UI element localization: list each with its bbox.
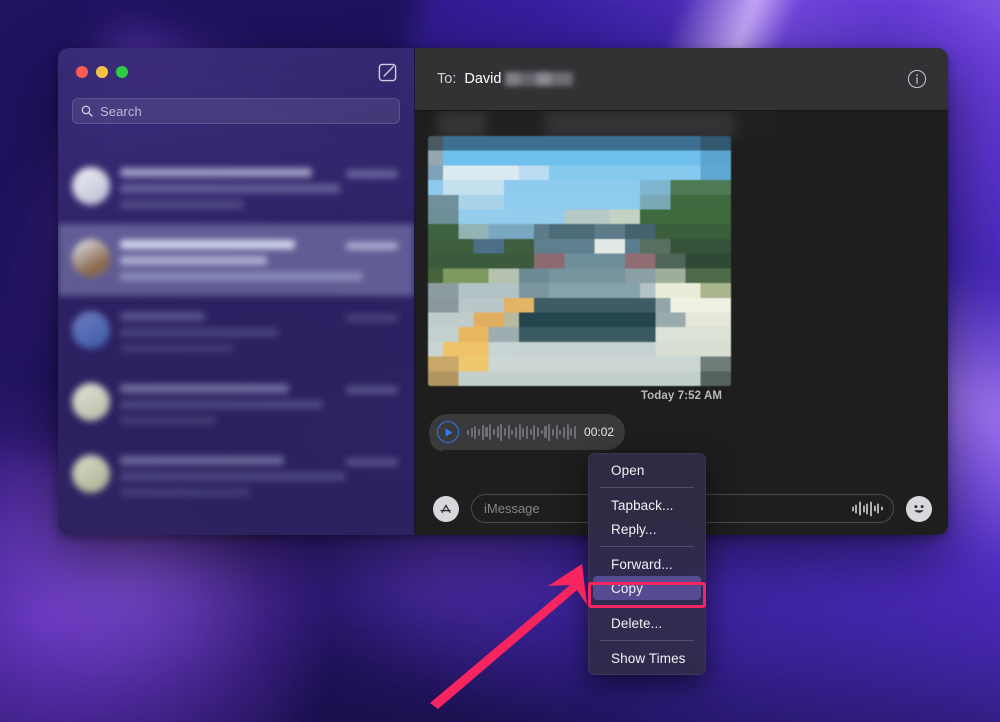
list-item[interactable]: [58, 296, 414, 368]
minimize-button[interactable]: [96, 66, 108, 78]
compose-icon[interactable]: [376, 61, 398, 83]
conversation-header: To: David: [415, 48, 948, 111]
audio-message-bubble[interactable]: 00:02: [429, 414, 625, 450]
photo-attachment[interactable]: [428, 136, 731, 386]
recipient-name: David: [464, 71, 501, 87]
context-menu[interactable]: Open Tapback... Reply... Forward... Copy…: [588, 453, 706, 675]
messages-window: Search: [58, 48, 948, 535]
list-item[interactable]: [58, 224, 414, 296]
avatar: [72, 455, 110, 493]
app-store-icon[interactable]: [433, 496, 459, 522]
menu-item-copy[interactable]: Copy: [593, 576, 701, 600]
search-placeholder: Search: [100, 104, 142, 119]
menu-item-tapback[interactable]: Tapback...: [593, 493, 701, 517]
close-button[interactable]: [76, 66, 88, 78]
avatar: [72, 167, 110, 205]
menu-item-open[interactable]: Open: [593, 458, 701, 482]
menu-item-show-times[interactable]: Show Times: [593, 646, 701, 670]
audio-duration: 00:02: [584, 425, 614, 439]
info-circle-icon[interactable]: [906, 68, 928, 90]
menu-item-delete[interactable]: Delete...: [593, 611, 701, 635]
sidebar: Search: [58, 48, 415, 535]
waveform-icon: [467, 422, 576, 442]
redacted-message-text: [421, 111, 948, 139]
search-input[interactable]: Search: [72, 98, 400, 124]
list-item[interactable]: [58, 440, 414, 512]
recipient-redacted-text: [505, 72, 573, 86]
menu-separator: [600, 605, 694, 606]
window-titlebar: [58, 48, 414, 96]
avatar: [72, 383, 110, 421]
menu-separator: [600, 487, 694, 488]
photo-pixels: [428, 136, 731, 386]
menu-separator: [600, 640, 694, 641]
list-item-date: [346, 170, 398, 178]
list-item[interactable]: [58, 368, 414, 440]
audio-waveform-icon[interactable]: [852, 501, 884, 516]
list-item-date: [346, 314, 398, 322]
desktop-wallpaper: Search: [0, 0, 1000, 722]
play-circle-icon[interactable]: [437, 421, 459, 443]
avatar: [72, 311, 110, 349]
message-list[interactable]: Today 7:52 AM: [415, 111, 948, 482]
list-item-date: [346, 458, 398, 466]
list-item-date: [346, 386, 398, 394]
message-timestamp: Today 7:52 AM: [415, 390, 948, 402]
zoom-button[interactable]: [116, 66, 128, 78]
list-item-date: [346, 242, 398, 250]
list-item[interactable]: [58, 152, 414, 224]
avatar: [72, 239, 110, 277]
conversation-list[interactable]: [58, 152, 414, 535]
to-label: To:: [437, 71, 456, 87]
menu-item-reply[interactable]: Reply...: [593, 517, 701, 541]
message-placeholder: iMessage: [484, 501, 540, 516]
menu-separator: [600, 546, 694, 547]
smiley-icon[interactable]: [906, 496, 932, 522]
menu-item-forward[interactable]: Forward...: [593, 552, 701, 576]
search-icon: [81, 105, 93, 117]
window-controls: [76, 66, 128, 78]
